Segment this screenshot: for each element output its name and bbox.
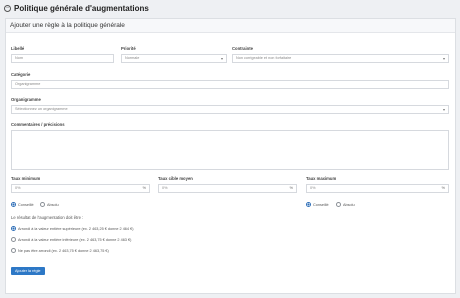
radio-checked-icon: [11, 202, 16, 207]
rounding-option-none[interactable]: Ne pas être arrondi (ex. 2 463,75 € donn…: [11, 248, 109, 253]
radio-label: Absolu: [343, 202, 355, 207]
taux-minimum-value: 0%: [15, 186, 21, 190]
page-header: − Politique générale d'augmentations: [0, 0, 460, 17]
rounding-option-down[interactable]: Arrondi à la valeur entière inférieure (…: [11, 237, 131, 242]
priorite-select[interactable]: Normale: [121, 54, 227, 63]
categorie-select[interactable]: Organigramme: [11, 80, 449, 89]
radio-unchecked-icon: [40, 202, 45, 207]
radio-label: Arrondi à la valeur entière inférieure (…: [18, 237, 132, 242]
taux-moyen-label: Taux cible moyen: [158, 176, 193, 181]
contrainte-label: Contrainte: [232, 46, 253, 51]
percent-unit: %: [441, 186, 445, 190]
radio-unchecked-icon: [11, 248, 16, 253]
categorie-label: Catégorie: [11, 72, 31, 77]
panel-title: Ajouter une règle à la politique général…: [6, 19, 455, 33]
priorite-label: Priorité: [121, 46, 136, 51]
radio-unchecked-icon: [336, 202, 341, 207]
min-conseille-radio[interactable]: Conseillé: [11, 202, 34, 207]
organigramme-label: Organigramme: [11, 97, 41, 102]
libelle-label: Libellé: [11, 46, 25, 51]
taux-maximum-label: Taux maximum: [306, 176, 337, 181]
max-conseille-radio[interactable]: Conseillé: [306, 202, 329, 207]
min-absolu-radio[interactable]: Absolu: [40, 202, 59, 207]
radio-checked-icon: [306, 202, 311, 207]
radio-checked-icon: [11, 226, 16, 231]
radio-unchecked-icon: [11, 237, 16, 242]
collapse-icon[interactable]: −: [4, 5, 11, 12]
add-rule-panel: Ajouter une règle à la politique général…: [5, 18, 456, 294]
percent-unit: %: [142, 186, 146, 190]
taux-minimum-input[interactable]: 0% %: [11, 184, 150, 193]
taux-maximum-value: 0%: [310, 186, 316, 190]
page-title: Politique générale d'augmentations: [14, 4, 149, 13]
radio-label: Conseillé: [18, 202, 34, 207]
rounding-question: Le résultat de l'augmentation doit être …: [11, 215, 84, 220]
organigramme-select[interactable]: Sélectionnez un organigramme: [11, 105, 449, 114]
radio-label: Absolu: [47, 202, 59, 207]
percent-unit: %: [289, 186, 293, 190]
commentaires-label: Commentaires / précisions: [11, 122, 65, 127]
libelle-input[interactable]: Nom: [11, 54, 114, 63]
taux-moyen-input[interactable]: 0% %: [158, 184, 297, 193]
taux-minimum-label: Taux minimum: [11, 176, 41, 181]
contrainte-select[interactable]: Non corrigeable et non forfaitaire: [232, 54, 449, 63]
radio-label: Arrondi à la valeur entière supérieure (…: [18, 226, 134, 231]
radio-label: Conseillé: [313, 202, 329, 207]
rounding-option-up[interactable]: Arrondi à la valeur entière supérieure (…: [11, 226, 133, 231]
add-rule-button[interactable]: Ajouter la règle: [11, 267, 45, 275]
commentaires-textarea[interactable]: [11, 130, 449, 170]
max-absolu-radio[interactable]: Absolu: [336, 202, 355, 207]
taux-maximum-input[interactable]: 0% %: [306, 184, 449, 193]
radio-label: Ne pas être arrondi (ex. 2 463,75 € donn…: [18, 248, 109, 253]
taux-moyen-value: 0%: [162, 186, 168, 190]
